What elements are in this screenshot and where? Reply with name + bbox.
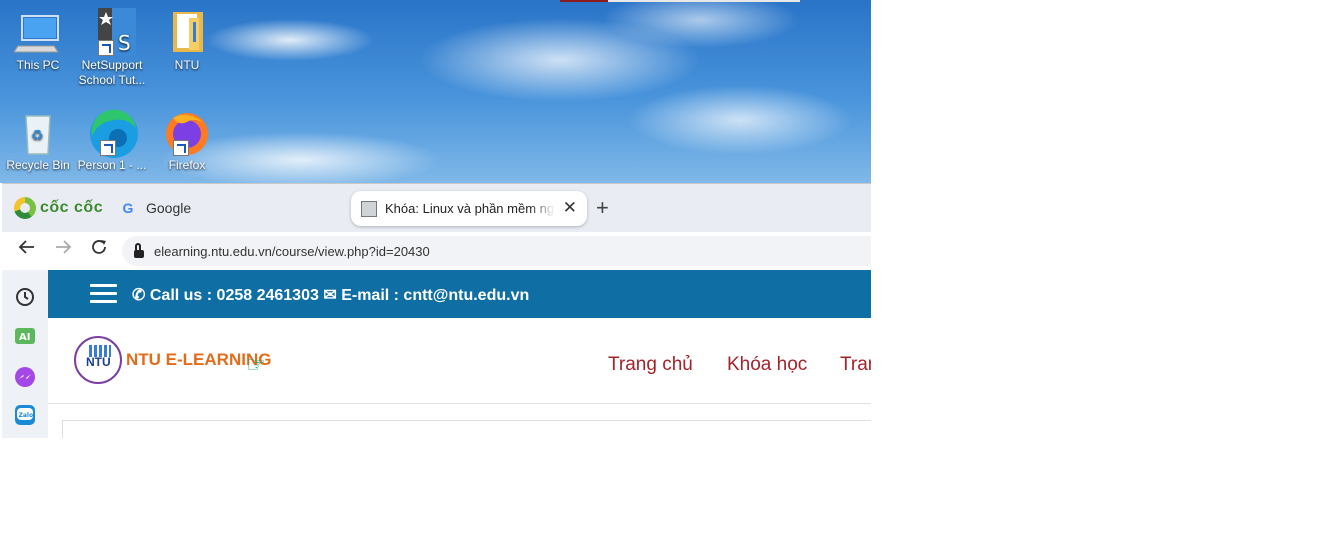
pointer-hand-icon: ☞: [246, 352, 266, 377]
call-us-text: Call us : 0258 2461303: [149, 287, 319, 304]
contact-info: ✆ Call us : 0258 2461303 ✉ E-mail : cntt…: [132, 285, 529, 305]
forward-button[interactable]: [50, 238, 76, 261]
reload-button[interactable]: [86, 238, 112, 261]
tab-google[interactable]: G Google: [120, 194, 192, 222]
browser-toolbar: elearning.ntu.edu.vn/course/view.php?id=…: [2, 232, 871, 270]
history-icon[interactable]: [14, 286, 36, 308]
messenger-icon[interactable]: [14, 366, 36, 388]
window-edge: [560, 0, 800, 2]
arrow-left-icon: [18, 240, 34, 254]
netsupport-icon: S: [88, 8, 136, 56]
desktop-icon-edge[interactable]: Person 1 - ...: [76, 108, 148, 173]
nav-home[interactable]: Trang chủ: [608, 354, 693, 376]
ai-icon[interactable]: AI: [14, 326, 36, 348]
zalo-icon[interactable]: Zalo: [14, 404, 36, 426]
page-favicon-icon: [361, 200, 377, 217]
svg-text:♻: ♻: [31, 128, 44, 144]
web-page: ✆ Call us : 0258 2461303 ✉ E-mail : cntt…: [48, 270, 871, 438]
firefox-icon: [163, 108, 211, 156]
coccoc-logo-icon: [14, 197, 36, 219]
content-card: [62, 420, 871, 438]
nav-courses[interactable]: Khóa học: [727, 354, 807, 376]
desktop-icon-this-pc[interactable]: This PC: [2, 8, 74, 73]
back-button[interactable]: [14, 238, 40, 261]
recycle-bin-icon: ♻: [14, 108, 62, 156]
desktop-icon-label: Firefox: [168, 158, 206, 172]
svg-text:S: S: [118, 31, 131, 55]
browser-sidebar: AI Zalo: [2, 270, 48, 438]
reload-icon: [92, 240, 106, 254]
close-tab-icon[interactable]: ✕: [563, 198, 577, 218]
edge-icon: [88, 108, 138, 158]
google-icon: G: [122, 200, 134, 216]
desktop-icon-recycle-bin[interactable]: ♻ Recycle Bin: [2, 108, 74, 173]
desktop-icon-label: NetSupport School Tut...: [78, 58, 146, 87]
address-bar[interactable]: elearning.ntu.edu.vn/course/view.php?id=…: [122, 236, 871, 266]
coccoc-brand-name: cốc cốc: [40, 199, 104, 216]
desktop-icon-netsupport[interactable]: S NetSupport School Tut...: [76, 8, 148, 88]
desktop-icon-label: Person 1 - ...: [77, 158, 147, 172]
desktop-icon-ntu-folder[interactable]: NTU: [151, 8, 223, 73]
desktop-icon-label: NTU: [174, 58, 200, 72]
nav-page[interactable]: Tran: [840, 354, 871, 376]
address-url: elearning.ntu.edu.vn/course/view.php?id=…: [154, 243, 430, 259]
folder-icon: [163, 8, 211, 56]
contact-bar: ✆ Call us : 0258 2461303 ✉ E-mail : cntt…: [48, 270, 871, 318]
browser-window: cốc cốc G Google Khóa: Linux và phần mềm…: [2, 183, 871, 438]
arrow-right-icon: [56, 240, 72, 254]
new-tab-button[interactable]: +: [596, 195, 609, 221]
desktop: This PC S NetSupport School Tut... NTU ♻…: [0, 0, 871, 183]
phone-icon: ✆: [132, 287, 146, 304]
desktop-icon-firefox[interactable]: Firefox: [151, 108, 223, 173]
tab-label: Khóa: Linux và phần mềm ngu: [385, 201, 555, 216]
tab-label: Google: [146, 200, 192, 216]
email-text[interactable]: E-mail : cntt@ntu.edu.vn: [341, 287, 529, 304]
desktop-icon-label: This PC: [16, 58, 60, 72]
mail-icon: ✉: [323, 287, 337, 304]
hamburger-menu-icon[interactable]: [90, 284, 117, 304]
computer-icon: [13, 8, 62, 56]
coccoc-brand[interactable]: cốc cốc: [14, 197, 103, 219]
screen: This PC S NetSupport School Tut... NTU ♻…: [0, 0, 871, 438]
tab-strip: cốc cốc G Google Khóa: Linux và phần mềm…: [2, 184, 871, 232]
lock-icon[interactable]: [134, 242, 144, 258]
tab-course[interactable]: Khóa: Linux và phần mềm ngu ✕: [351, 191, 587, 226]
svg-text:AI: AI: [19, 332, 30, 343]
desktop-icon-label: Recycle Bin: [6, 158, 70, 172]
svg-text:Zalo: Zalo: [19, 412, 34, 419]
header-divider: [48, 403, 871, 404]
ntu-seal-icon: NTU: [74, 336, 122, 384]
